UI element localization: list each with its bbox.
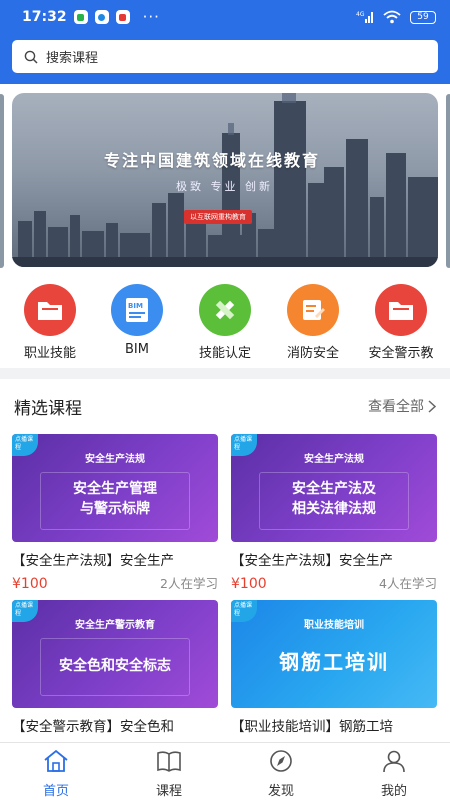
- status-right: 4G 59: [356, 10, 436, 24]
- shop-app-icon: [115, 10, 130, 24]
- bottom-tab-bar: 首页 课程 发现 我的: [0, 742, 450, 800]
- learner-count: 2人在学习: [160, 576, 218, 591]
- course-card[interactable]: 点播课程 安全生产法规 安全生产管理 与警示标牌 【安全生产法规】安全生产 ¥1…: [12, 434, 218, 592]
- course-title: 【安全生产法规】安全生产: [231, 553, 393, 569]
- user-icon: [383, 750, 405, 773]
- thumbnail-heading: 职业技能培训: [304, 620, 364, 631]
- banner-subtitle: 极致 专业 创新: [176, 180, 273, 193]
- course-meta: ¥100 2人在学习: [12, 573, 218, 592]
- chevron-right-icon: [428, 399, 436, 413]
- course-thumbnail: 点播课程 安全生产法规 安全生产法及 相关法律法规: [231, 434, 437, 542]
- header: 搜索课程: [0, 34, 450, 84]
- tab-label: 我的: [380, 784, 407, 799]
- edit-note-icon: [287, 284, 339, 336]
- see-all-label: 查看全部: [368, 399, 424, 415]
- category-vocational-skills[interactable]: 职业技能: [5, 284, 95, 361]
- search-placeholder: 搜索课程: [46, 51, 99, 66]
- course-card[interactable]: 点播课程 职业技能培训 钢筋工培训 【职业技能培训】钢筋工培: [231, 600, 437, 735]
- see-all-link[interactable]: 查看全部: [368, 396, 436, 416]
- course-thumbnail: 点播课程 职业技能培训 钢筋工培训: [231, 600, 437, 708]
- tab-discover[interactable]: 发现: [241, 749, 321, 799]
- course-thumbnail: 点播课程 安全生产警示教育 安全色和安全标志: [12, 600, 218, 708]
- compass-icon: [270, 750, 292, 772]
- tab-label: 课程: [155, 784, 182, 799]
- category-label: 安全警示教: [368, 346, 434, 361]
- banner-title: 专注中国建筑领域在线教育: [104, 151, 321, 170]
- status-bar: 17:32 ··· 4G 59: [0, 0, 450, 34]
- course-price: ¥100: [231, 576, 267, 592]
- folder-icon: [24, 284, 76, 336]
- course-title: 【安全警示教育】安全色和: [12, 719, 174, 735]
- svg-text:BIM: BIM: [128, 302, 143, 310]
- status-left: 17:32 ···: [22, 8, 160, 26]
- svg-text:4G: 4G: [356, 11, 365, 18]
- tab-label: 发现: [267, 784, 294, 799]
- category-label: 消防安全: [286, 346, 339, 361]
- category-bim[interactable]: BIM BIM: [92, 284, 182, 357]
- section-divider: [0, 368, 450, 379]
- category-safety-warning[interactable]: 安全警示教: [356, 284, 446, 361]
- learner-count: 4人在学习: [379, 576, 437, 591]
- home-icon: [44, 749, 68, 772]
- section-title: 精选课程: [14, 399, 82, 419]
- category-label: BIM: [125, 342, 149, 357]
- thumbnail-heading: 安全生产法规: [85, 454, 145, 465]
- chat-app-icon: [94, 10, 109, 24]
- featured-courses-header: 精选课程 查看全部: [0, 382, 450, 428]
- category-label: 技能认定: [198, 346, 251, 361]
- banner-tag: 以互联网重构教育: [184, 210, 252, 224]
- status-time: 17:32: [22, 9, 67, 25]
- banner-carousel[interactable]: 专注中国建筑领域在线教育 极致 专业 创新 以互联网重构教育: [0, 84, 450, 274]
- message-app-icon: [73, 10, 88, 24]
- course-price: ¥100: [12, 576, 48, 592]
- search-input[interactable]: 搜索课程: [12, 40, 438, 73]
- course-thumbnail: 点播课程 安全生产法规 安全生产管理 与警示标牌: [12, 434, 218, 542]
- thumbnail-title: 钢筋工培训: [279, 650, 389, 674]
- course-meta: ¥100 4人在学习: [231, 573, 437, 592]
- wifi-icon: [383, 10, 401, 24]
- thumbnail-title: 安全生产管理 与警示标牌: [73, 481, 157, 517]
- banner-prev-peek: [0, 94, 4, 268]
- cell-signal-icon: 4G: [356, 11, 373, 23]
- search-icon: [24, 50, 38, 64]
- thumbnail-heading: 安全生产警示教育: [75, 620, 155, 631]
- banner-next-peek: [446, 94, 450, 268]
- course-title: 【安全生产法规】安全生产: [12, 553, 174, 569]
- ruler-pencil-icon: [199, 284, 251, 336]
- banner-slide[interactable]: 专注中国建筑领域在线教育 极致 专业 创新 以互联网重构教育: [12, 93, 438, 267]
- category-label: 职业技能: [23, 346, 76, 361]
- tab-home[interactable]: 首页: [16, 749, 96, 799]
- course-title: 【职业技能培训】钢筋工培: [231, 719, 393, 735]
- folder-icon: [375, 284, 427, 336]
- tab-label: 首页: [42, 784, 69, 799]
- more-notifications-icon: ···: [142, 8, 160, 26]
- thumbnail-heading: 安全生产法规: [304, 454, 364, 465]
- thumbnail-title: 安全生产法及 相关法律法规: [292, 481, 376, 517]
- category-grid: 职业技能 BIM BIM 技能认定 消防安全 安全警示教: [0, 274, 450, 368]
- thumbnail-title: 安全色和安全标志: [59, 658, 171, 674]
- battery-icon: 59: [410, 10, 436, 24]
- course-card[interactable]: 点播课程 安全生产警示教育 安全色和安全标志 【安全警示教育】安全色和: [12, 600, 218, 735]
- bim-document-icon: BIM: [111, 284, 163, 336]
- category-fire-safety[interactable]: 消防安全: [268, 284, 358, 361]
- tab-courses[interactable]: 课程: [129, 749, 209, 799]
- category-skill-certification[interactable]: 技能认定: [180, 284, 270, 361]
- tab-profile[interactable]: 我的: [354, 749, 434, 799]
- course-card[interactable]: 点播课程 安全生产法规 安全生产法及 相关法律法规 【安全生产法规】安全生产 ¥…: [231, 434, 437, 592]
- book-icon: [157, 751, 181, 772]
